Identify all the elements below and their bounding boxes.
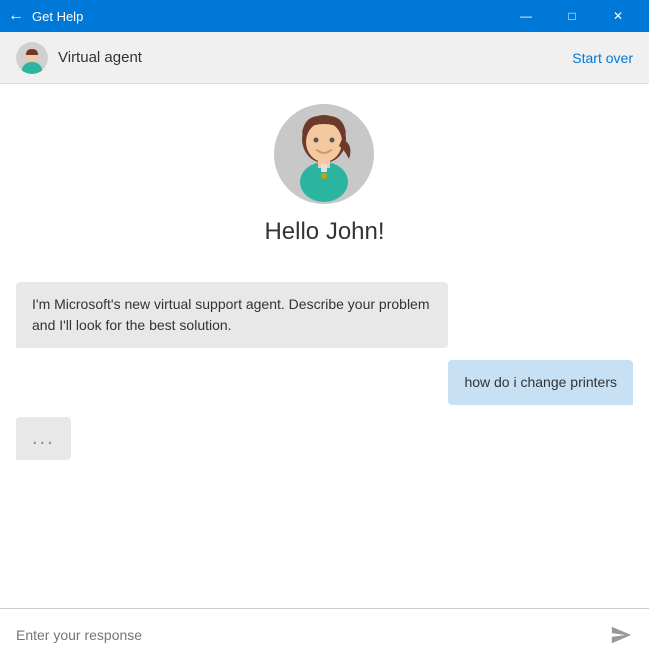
typing-dots: ...	[32, 427, 55, 449]
start-over-button[interactable]: Start over	[572, 50, 633, 66]
greeting-text: Hello John!	[264, 218, 384, 246]
sub-header: Virtual agent Start over	[0, 32, 649, 84]
back-button[interactable]: ←	[8, 7, 24, 25]
app-title: Get Help	[32, 9, 503, 24]
agent-avatar-large	[274, 104, 374, 204]
user-message-1: how do i change printers	[448, 360, 633, 405]
agent-avatar-small	[16, 42, 48, 74]
input-area	[0, 608, 649, 660]
response-input[interactable]	[16, 627, 605, 643]
agent-typing-indicator: ...	[16, 417, 71, 460]
chat-area: Hello John! I'm Microsoft's new virtual …	[0, 84, 649, 608]
agent-intro: Hello John!	[264, 104, 384, 262]
send-button[interactable]	[605, 619, 637, 651]
agent-message-1-text: I'm Microsoft's new virtual support agen…	[32, 296, 430, 333]
window-controls: — □ ✕	[503, 0, 641, 32]
agent-name-label: Virtual agent	[58, 49, 572, 66]
messages-container: I'm Microsoft's new virtual support agen…	[16, 282, 633, 460]
user-message-1-text: how do i change printers	[464, 374, 617, 390]
maximize-button[interactable]: □	[549, 0, 595, 32]
close-button[interactable]: ✕	[595, 0, 641, 32]
agent-message-1: I'm Microsoft's new virtual support agen…	[16, 282, 448, 348]
title-bar: ← Get Help — □ ✕	[0, 0, 649, 32]
minimize-button[interactable]: —	[503, 0, 549, 32]
